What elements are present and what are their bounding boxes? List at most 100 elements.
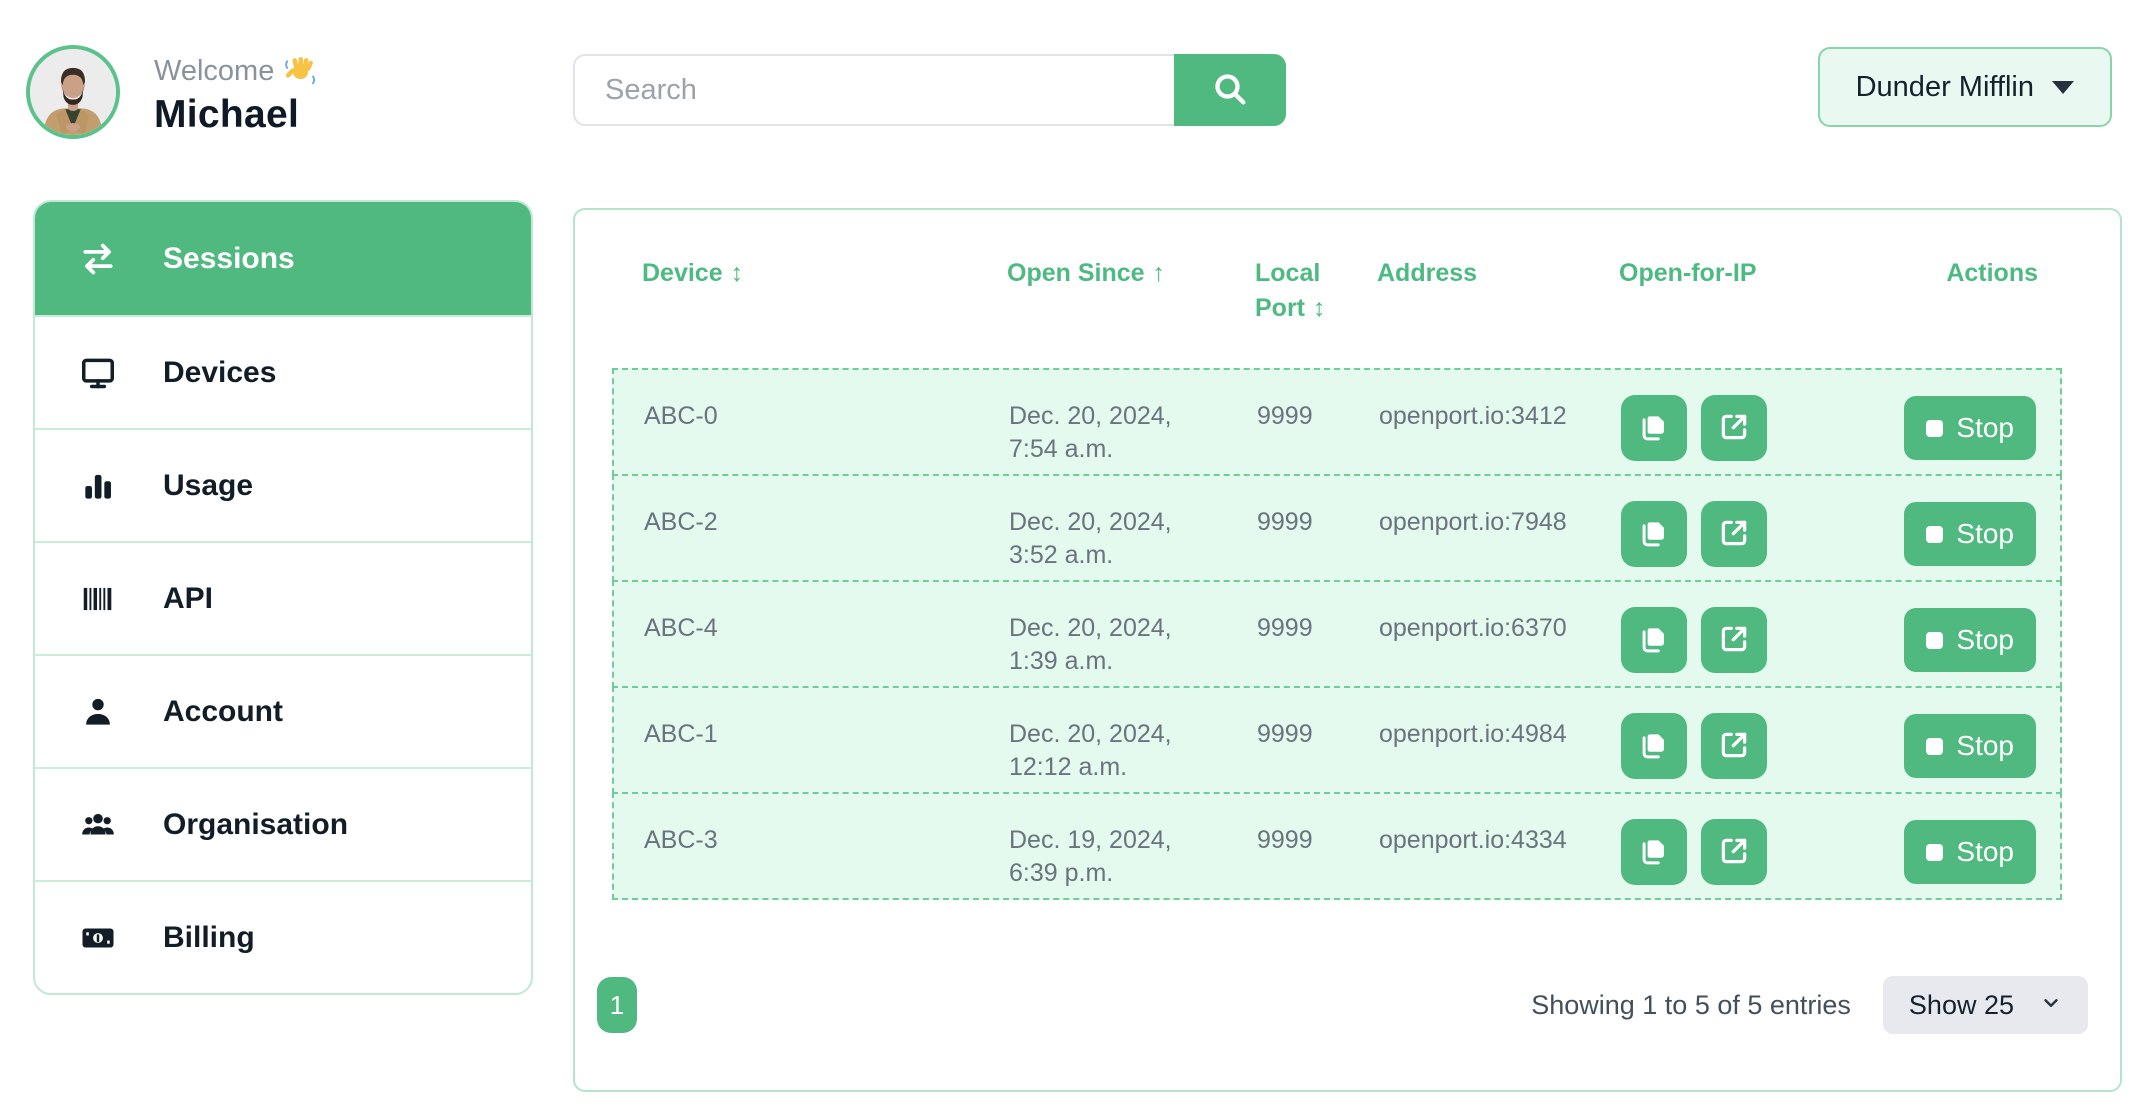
stop-session-button[interactable]: Stop	[1904, 502, 2036, 566]
open-session-button[interactable]	[1701, 501, 1767, 567]
column-label: Address	[1377, 259, 1477, 287]
stop-button-label: Stop	[1956, 836, 2014, 868]
table-row: ABC-4 Dec. 20, 2024, 1:39 a.m. 9999 open…	[612, 580, 2062, 688]
copy-link-button[interactable]	[1621, 819, 1687, 885]
sidebar-item-label: Account	[163, 695, 283, 729]
sort-arrow-icon: ↕	[1313, 294, 1326, 322]
actions-cell: Stop	[1881, 396, 2036, 474]
open-session-button[interactable]	[1701, 395, 1767, 461]
page-1-button[interactable]: 1	[597, 977, 637, 1033]
copy-link-button[interactable]	[1621, 501, 1687, 567]
address-cell: openport.io:6370	[1379, 612, 1621, 686]
sidebar-item-label: Organisation	[163, 808, 348, 842]
column-label: Open Since	[1007, 259, 1145, 287]
device-cell: ABC-2	[644, 506, 1009, 580]
stop-icon	[1926, 420, 1943, 437]
column-header-device[interactable]: Device↕	[642, 256, 1007, 368]
open-for-ip-cell	[1621, 607, 1881, 686]
address-cell: openport.io:7948	[1379, 506, 1621, 580]
column-label: Local Port	[1255, 259, 1320, 322]
address-cell: openport.io:4334	[1379, 824, 1621, 898]
stop-icon	[1926, 738, 1943, 755]
table-row: ABC-0 Dec. 20, 2024, 7:54 a.m. 9999 open…	[612, 368, 2062, 476]
actions-cell: Stop	[1881, 608, 2036, 686]
page-size-select[interactable]: Show 25	[1883, 976, 2088, 1034]
stop-session-button[interactable]: Stop	[1904, 608, 2036, 672]
device-cell: ABC-4	[644, 612, 1009, 686]
local-port-cell: 9999	[1257, 506, 1379, 580]
address-cell: openport.io:3412	[1379, 400, 1621, 474]
barcode-icon	[79, 580, 117, 618]
copy-link-button[interactable]	[1621, 395, 1687, 461]
column-header-open-since[interactable]: Open Since ↑	[1007, 256, 1255, 368]
stop-button-label: Stop	[1956, 730, 2014, 762]
sidebar-item-organisation[interactable]: Organisation	[35, 767, 531, 880]
copy-icon	[1637, 410, 1671, 447]
search-button[interactable]	[1174, 54, 1286, 126]
device-cell: ABC-1	[644, 718, 1009, 792]
sidebar: Sessions Devices Usage API Account Organ…	[33, 200, 533, 995]
bar-chart-icon	[79, 467, 117, 505]
external-link-icon	[1717, 622, 1751, 659]
table-header-row: Device↕Open Since↑Local Port↕AddressOpen…	[612, 210, 2062, 368]
column-label: Actions	[1946, 259, 2038, 287]
avatar-portrait	[30, 49, 116, 135]
copy-link-button[interactable]	[1621, 607, 1687, 673]
organisation-name: Dunder Mifflin	[1856, 71, 2034, 104]
monitor-icon	[79, 354, 117, 392]
sidebar-item-account[interactable]: Account	[35, 654, 531, 767]
organisation-switcher-button[interactable]: Dunder Mifflin	[1818, 47, 2112, 127]
copy-icon	[1637, 622, 1671, 659]
search-group	[573, 54, 1286, 126]
person-icon	[79, 693, 117, 731]
pagination: 1 Showing 1 to 5 of 5 entries Show 25	[597, 976, 2088, 1034]
column-header-open-for-ip: Open-for-IP	[1619, 256, 1879, 368]
sidebar-item-label: API	[163, 582, 213, 616]
stop-icon	[1926, 844, 1943, 861]
table-row: ABC-3 Dec. 19, 2024, 6:39 p.m. 9999 open…	[612, 792, 2062, 900]
sidebar-item-api[interactable]: API	[35, 541, 531, 654]
sidebar-item-sessions[interactable]: Sessions	[35, 202, 531, 315]
local-port-cell: 9999	[1257, 400, 1379, 474]
actions-cell: Stop	[1881, 820, 2036, 898]
stop-button-label: Stop	[1956, 518, 2014, 550]
exchange-icon	[79, 240, 117, 278]
sidebar-item-label: Usage	[163, 469, 253, 503]
stop-session-button[interactable]: Stop	[1904, 396, 2036, 460]
open-for-ip-cell	[1621, 819, 1881, 898]
sort-arrow-icon: ↕	[731, 259, 744, 287]
column-header-local-port[interactable]: Local Port↕	[1255, 256, 1377, 368]
open-session-button[interactable]	[1701, 713, 1767, 779]
open-session-button[interactable]	[1701, 819, 1767, 885]
device-cell: ABC-0	[644, 400, 1009, 474]
open-for-ip-cell	[1621, 713, 1881, 792]
open-for-ip-cell	[1621, 501, 1881, 580]
sessions-card: Device↕Open Since↑Local Port↕AddressOpen…	[573, 208, 2122, 1092]
open-since-cell: Dec. 20, 2024, 1:39 a.m.	[1009, 612, 1194, 686]
sidebar-item-billing[interactable]: Billing	[35, 880, 531, 993]
local-port-cell: 9999	[1257, 718, 1379, 792]
external-link-icon	[1717, 410, 1751, 447]
sidebar-item-usage[interactable]: Usage	[35, 428, 531, 541]
stop-button-label: Stop	[1956, 412, 2014, 444]
sidebar-item-label: Devices	[163, 356, 276, 390]
search-input[interactable]	[573, 54, 1174, 126]
address-cell: openport.io:4984	[1379, 718, 1621, 792]
copy-link-button[interactable]	[1621, 713, 1687, 779]
stop-icon	[1926, 526, 1943, 543]
search-icon	[1210, 69, 1250, 112]
avatar	[26, 45, 120, 139]
open-session-button[interactable]	[1701, 607, 1767, 673]
stop-button-label: Stop	[1956, 624, 2014, 656]
sidebar-item-devices[interactable]: Devices	[35, 315, 531, 428]
open-since-cell: Dec. 20, 2024, 3:52 a.m.	[1009, 506, 1194, 580]
external-link-icon	[1717, 834, 1751, 871]
table-row: ABC-1 Dec. 20, 2024, 12:12 a.m. 9999 ope…	[612, 686, 2062, 794]
local-port-cell: 9999	[1257, 824, 1379, 898]
column-label: Open-for-IP	[1619, 259, 1757, 287]
local-port-cell: 9999	[1257, 612, 1379, 686]
stop-session-button[interactable]: Stop	[1904, 714, 2036, 778]
welcome-text: Welcome	[154, 55, 274, 88]
sort-arrow-icon: ↑	[1153, 259, 1166, 287]
stop-session-button[interactable]: Stop	[1904, 820, 2036, 884]
